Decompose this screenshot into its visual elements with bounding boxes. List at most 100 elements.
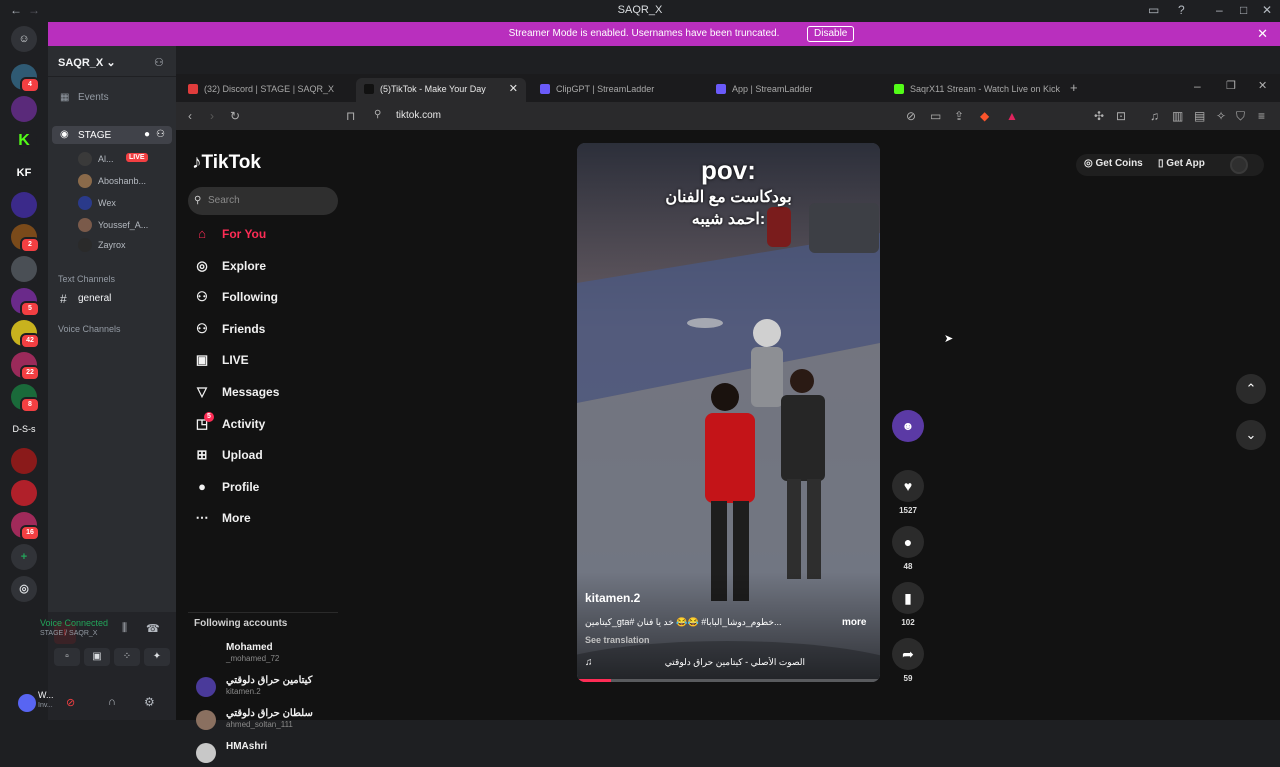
tiktok-logo[interactable]: ♪TikTok xyxy=(192,152,261,174)
media-icon[interactable]: ♫ xyxy=(1150,109,1159,123)
following-account[interactable]: كيتامين حراق دلوقتي kitamen.2 xyxy=(192,675,342,701)
tracking-off-icon[interactable]: ⊘ xyxy=(906,109,916,123)
nav-item-profile[interactable]: ● Profile xyxy=(192,477,342,499)
see-translation-link[interactable]: See translation xyxy=(585,635,650,645)
browser-tab[interactable]: SaqrX11 Stream - Watch Live on Kick xyxy=(886,78,1064,102)
banner-close-icon[interactable]: ✕ xyxy=(1257,26,1268,42)
settings-gear-icon[interactable]: ⚙ xyxy=(144,695,155,709)
nav-item-explore[interactable]: ◎ Explore xyxy=(192,256,342,278)
video-sound[interactable]: الصوت الأصلي - كيتامين حراق دلوقتي xyxy=(605,657,805,668)
bookmark-icon[interactable]: ⊓ xyxy=(346,109,355,123)
voice-user[interactable]: Youssef_A... xyxy=(78,216,173,234)
reload-icon[interactable]: ↻ xyxy=(230,109,240,123)
server-icon[interactable]: 8 xyxy=(11,384,40,413)
nav-item-friends[interactable]: ⚇ Friends xyxy=(192,319,342,341)
server-icon[interactable]: 42 xyxy=(11,320,40,349)
server-icon[interactable] xyxy=(11,480,37,506)
sidebar-icon[interactable]: ▥ xyxy=(1172,109,1183,123)
browser-minimize-icon[interactable]: – xyxy=(1194,79,1201,93)
headphones-icon[interactable]: ∩ xyxy=(108,696,116,708)
leo-ai-icon[interactable]: ✧ xyxy=(1216,109,1226,123)
server-icon[interactable]: 16 xyxy=(11,512,40,541)
server-icon[interactable]: K xyxy=(11,128,37,154)
nav-item-for-you[interactable]: ⌂ For You xyxy=(192,224,342,246)
server-icon[interactable] xyxy=(11,256,37,282)
next-video-button[interactable]: ⌄ xyxy=(1236,420,1266,450)
maximize-icon[interactable]: □ xyxy=(1240,3,1247,17)
server-icon[interactable] xyxy=(11,192,37,218)
close-tab-icon[interactable]: ✕ xyxy=(509,78,518,100)
save-button[interactable]: ▮ 102 xyxy=(892,582,924,627)
minimize-icon[interactable]: – xyxy=(1216,3,1223,17)
brave-shield-icon[interactable]: ◆ xyxy=(980,109,989,123)
disconnect-icon[interactable]: ☎ xyxy=(146,622,160,635)
add-server-icon[interactable]: + xyxy=(11,544,37,570)
invite-icon[interactable]: ⚇ xyxy=(156,129,165,140)
vpn-icon[interactable]: ⛉ xyxy=(1236,109,1245,124)
voice-user[interactable]: Zayrox xyxy=(78,236,173,254)
translate-icon[interactable]: ⊡ xyxy=(1116,109,1126,123)
chat-bubble-icon[interactable]: ● xyxy=(144,129,150,140)
voice-user[interactable]: Al... LIVE xyxy=(78,150,173,168)
search-input[interactable]: ⚲ Search xyxy=(188,187,338,215)
cast-icon[interactable]: ▭ xyxy=(930,109,941,123)
add-member-icon[interactable]: ⚇ xyxy=(154,56,164,69)
screen-share-button[interactable]: ▣ xyxy=(84,648,110,666)
voice-user[interactable]: Wex xyxy=(78,194,173,212)
browser-tab[interactable]: (32) Discord | STAGE | SAQR_X xyxy=(180,78,350,102)
discord-home-icon[interactable]: ☺ xyxy=(11,26,37,52)
nav-item-live[interactable]: ▣ LIVE xyxy=(192,350,342,372)
server-icon[interactable]: 4 xyxy=(11,64,40,93)
server-icon[interactable]: D-S-s xyxy=(11,416,37,442)
following-account[interactable]: HMAshri xyxy=(192,741,342,767)
camera-off-button[interactable]: ▫ xyxy=(54,648,80,666)
site-info-icon[interactable]: ⚲ xyxy=(374,109,381,120)
menu-icon[interactable]: ≡ xyxy=(1258,109,1265,123)
get-app-button[interactable]: ▯ Get App xyxy=(1158,158,1205,174)
activities-button[interactable]: ⁘ xyxy=(114,648,140,666)
share-icon[interactable]: ⇪ xyxy=(954,109,964,123)
new-tab-icon[interactable]: + xyxy=(1070,80,1078,95)
server-icon[interactable] xyxy=(11,96,37,122)
mic-muted-icon[interactable]: ⊘ xyxy=(66,696,75,709)
explore-servers-icon[interactable]: ◎ xyxy=(11,576,37,602)
creator-avatar-button[interactable]: ☻ xyxy=(892,410,924,442)
nav-item-more[interactable]: ⋯ More xyxy=(192,508,342,530)
server-icon[interactable] xyxy=(11,448,37,474)
browser-tab[interactable]: App | StreamLadder xyxy=(708,78,878,102)
server-icon[interactable]: 22 xyxy=(11,352,40,381)
close-window-icon[interactable]: ✕ xyxy=(1262,3,1272,17)
disable-streamer-mode-button[interactable]: Disable xyxy=(807,26,855,42)
inbox-icon[interactable]: ▭ xyxy=(1148,3,1159,17)
video-player[interactable]: pov: بودكاست مع الفنان احمد شيبه: kitame… xyxy=(577,143,880,682)
stage-channel[interactable]: ◉ STAGE ● ⚇ xyxy=(52,126,172,144)
nav-item-upload[interactable]: ⊞ Upload xyxy=(192,445,342,467)
address-bar[interactable]: tiktok.com xyxy=(396,110,441,121)
nav-item-following[interactable]: ⚇ Following xyxy=(192,287,342,309)
back-icon[interactable]: ‹ xyxy=(188,109,192,123)
previous-video-button[interactable]: ⌃ xyxy=(1236,374,1266,404)
get-coins-button[interactable]: ◎ Get Coins xyxy=(1084,158,1143,174)
help-icon[interactable]: ? xyxy=(1178,3,1185,17)
wallet-icon[interactable]: ▤ xyxy=(1194,109,1205,123)
following-account[interactable]: سلطان حراق دلوقتي ahmed_soltan_111 xyxy=(192,708,342,734)
video-author[interactable]: kitamen.2 xyxy=(585,591,640,605)
caption-more-link[interactable]: more xyxy=(842,617,866,628)
progress-track[interactable] xyxy=(577,679,880,682)
server-name[interactable]: SAQR_X ⌄ xyxy=(58,56,116,69)
like-button[interactable]: ♥ 1527 xyxy=(892,470,924,515)
nav-item-activity[interactable]: ◳ Activity 5 xyxy=(192,411,342,436)
server-icon[interactable]: 2 xyxy=(11,224,40,253)
server-icon[interactable]: 5 xyxy=(11,288,40,317)
avatar[interactable] xyxy=(18,694,36,712)
server-icon[interactable]: KF xyxy=(11,160,37,186)
browser-restore-icon[interactable]: ❐ xyxy=(1226,79,1236,92)
noise-suppression-icon[interactable]: ⫼ xyxy=(122,622,127,635)
extensions-icon[interactable]: ✣ xyxy=(1094,109,1104,123)
following-account[interactable]: Mohamed _mohamed_72 xyxy=(192,642,342,668)
voice-user[interactable]: Aboshanb... xyxy=(78,172,173,190)
browser-tab[interactable]: (5)TikTok - Make Your Day ✕ xyxy=(356,78,526,102)
nav-item-messages[interactable]: ▽ Messages xyxy=(192,382,342,404)
comment-button[interactable]: ● 48 xyxy=(892,526,924,571)
forward-icon[interactable]: › xyxy=(210,109,214,123)
